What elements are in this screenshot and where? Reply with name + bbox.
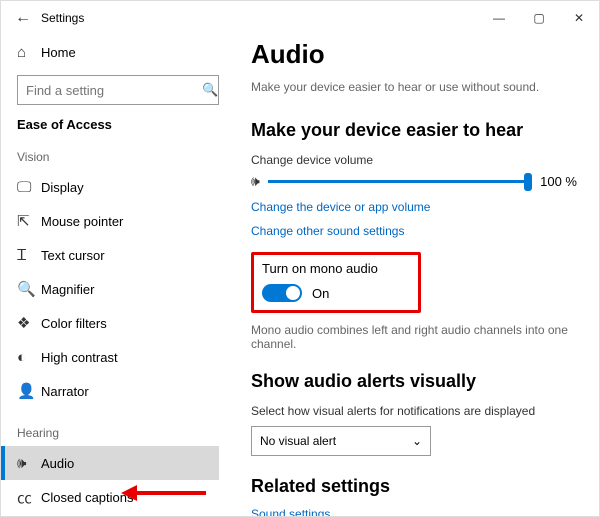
close-button[interactable]: ✕ <box>559 1 599 35</box>
home-label: Home <box>41 45 76 60</box>
sidebar-item-narrator[interactable]: 👤 Narrator <box>17 374 219 408</box>
search-input[interactable] <box>26 83 202 98</box>
color-filters-icon: ❖ <box>17 314 41 332</box>
mono-audio-state: On <box>312 286 329 301</box>
page-title: Audio <box>251 39 577 70</box>
home-nav[interactable]: ⌂ Home <box>17 35 219 69</box>
mono-audio-toggle[interactable] <box>262 284 302 302</box>
sidebar-item-text-cursor[interactable]: Ꮖ Text cursor <box>17 238 219 272</box>
window-title: Settings <box>41 11 84 25</box>
sidebar-item-label: Narrator <box>41 384 89 399</box>
sidebar-item-label: Audio <box>41 456 74 471</box>
vision-header: Vision <box>17 150 219 164</box>
sidebar-item-display[interactable]: 🖵 Display <box>17 170 219 204</box>
sidebar-item-closed-captions[interactable]: ㏄ Closed captions <box>17 480 219 514</box>
sidebar-item-label: Color filters <box>41 316 107 331</box>
sidebar-item-label: Magnifier <box>41 282 94 297</box>
mono-audio-highlight: Turn on mono audio On <box>251 252 421 313</box>
section-easier-to-hear: Make your device easier to hear <box>251 120 577 141</box>
sidebar-item-audio[interactable]: 🕪 Audio <box>1 446 219 480</box>
volume-label: Change device volume <box>251 153 577 167</box>
back-button[interactable]: ← <box>9 9 37 27</box>
sidebar-item-color-filters[interactable]: ❖ Color filters <box>17 306 219 340</box>
mono-audio-title: Turn on mono audio <box>262 261 408 276</box>
narrator-icon: 👤 <box>17 382 41 400</box>
sidebar-item-high-contrast[interactable]: ◐ High contrast <box>17 340 219 374</box>
minimize-button[interactable]: — <box>479 1 519 35</box>
visual-alerts-select[interactable]: No visual alert ⌄ <box>251 426 431 456</box>
ease-of-access-header: Ease of Access <box>17 117 219 132</box>
display-icon: 🖵 <box>17 179 41 196</box>
maximize-button[interactable]: ▢ <box>519 1 559 35</box>
sidebar-item-label: Closed captions <box>41 490 134 505</box>
page-description: Make your device easier to hear or use w… <box>251 80 577 94</box>
mono-audio-description: Mono audio combines left and right audio… <box>251 323 577 351</box>
section-related-settings: Related settings <box>251 476 577 497</box>
volume-value: 100 % <box>540 174 577 189</box>
sidebar-item-label: Mouse pointer <box>41 214 123 229</box>
magnifier-icon: 🔍 <box>17 280 41 298</box>
cursor-icon: Ꮖ <box>17 247 41 264</box>
chevron-down-icon: ⌄ <box>412 434 422 448</box>
link-sound-settings[interactable]: Sound settings <box>251 507 577 516</box>
sidebar-item-mouse-pointer[interactable]: ⇱ Mouse pointer <box>17 204 219 238</box>
section-visual-alerts: Show audio alerts visually <box>251 371 577 392</box>
mouse-icon: ⇱ <box>17 212 41 230</box>
content-pane: Audio Make your device easier to hear or… <box>229 35 599 516</box>
toggle-knob <box>286 286 300 300</box>
sidebar-item-magnifier[interactable]: 🔍 Magnifier <box>17 272 219 306</box>
sidebar-item-label: High contrast <box>41 350 118 365</box>
search-box[interactable]: 🔍 <box>17 75 219 105</box>
link-change-other-sound[interactable]: Change other sound settings <box>251 224 577 238</box>
hearing-header: Hearing <box>17 426 219 440</box>
high-contrast-icon: ◐ <box>17 349 41 366</box>
home-icon: ⌂ <box>17 44 41 61</box>
visual-alerts-value: No visual alert <box>260 434 336 448</box>
volume-slider[interactable] <box>268 180 532 183</box>
search-icon: 🔍 <box>202 82 218 98</box>
sidebar-item-label: Display <box>41 180 84 195</box>
link-change-device-volume[interactable]: Change the device or app volume <box>251 200 577 214</box>
slider-thumb[interactable] <box>524 173 532 191</box>
sidebar: ⌂ Home 🔍 Ease of Access Vision 🖵 Display… <box>1 35 229 516</box>
visual-alerts-label: Select how visual alerts for notificatio… <box>251 404 577 418</box>
captions-icon: ㏄ <box>17 487 41 508</box>
sidebar-item-label: Text cursor <box>41 248 105 263</box>
audio-icon: 🕪 <box>17 455 41 472</box>
speaker-icon: 🕪 <box>251 173 260 190</box>
